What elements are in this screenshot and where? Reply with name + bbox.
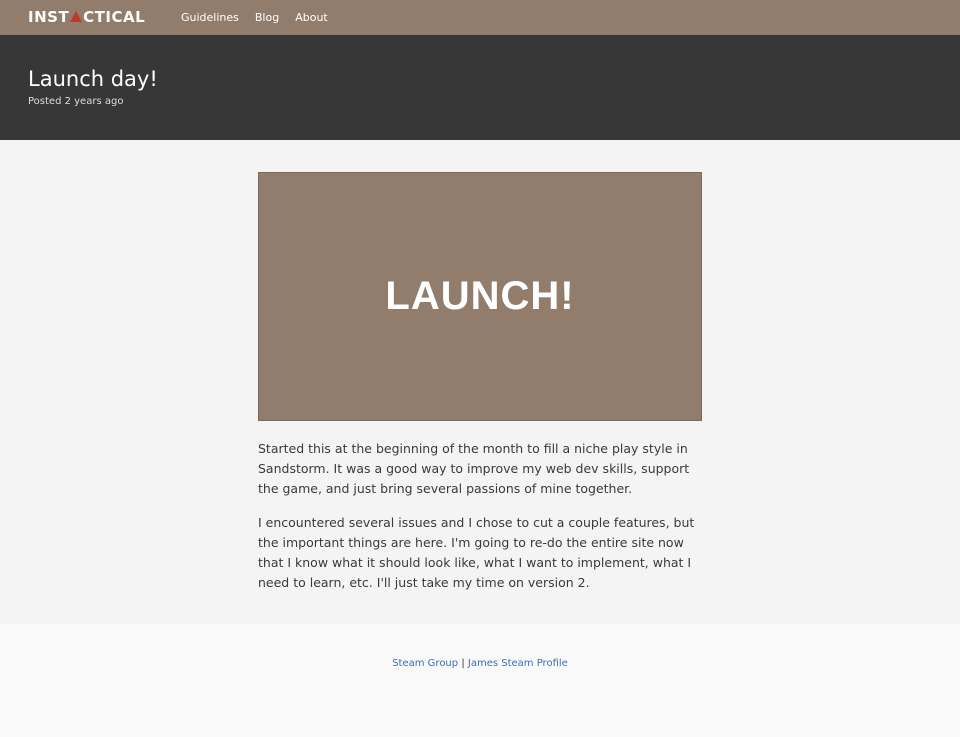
- logo-text-left: INST: [28, 8, 70, 26]
- footer-links: Steam Group | James Steam Profile: [0, 658, 960, 669]
- logo-a-mark-icon: [70, 10, 83, 22]
- nav-link-guidelines[interactable]: Guidelines: [181, 11, 239, 24]
- nav-link-blog[interactable]: Blog: [255, 11, 279, 24]
- post-header: Launch day! Posted 2 years ago: [0, 35, 960, 140]
- site-logo[interactable]: INST CTICAL: [28, 8, 145, 26]
- footer: Steam Group | James Steam Profile: [0, 624, 960, 737]
- hero-image-text: LAUNCH!: [385, 274, 575, 318]
- nav-link-about[interactable]: About: [295, 11, 328, 24]
- top-navbar: INST CTICAL Guidelines Blog About: [0, 0, 960, 35]
- footer-link-steam-group[interactable]: Steam Group: [392, 658, 458, 669]
- nav-links: Guidelines Blog About: [181, 0, 328, 35]
- article-paragraph: I encountered several issues and I chose…: [258, 515, 695, 590]
- hero-image: LAUNCH!: [258, 172, 702, 421]
- article-body: Started this at the beginning of the mon…: [258, 439, 702, 607]
- logo-text-right: CTICAL: [83, 8, 146, 26]
- article-paragraph: Started this at the beginning of the mon…: [258, 441, 690, 496]
- post-content: LAUNCH! Started this at the beginning of…: [0, 140, 960, 624]
- post-title: Launch day!: [28, 67, 158, 91]
- footer-separator: |: [461, 658, 465, 669]
- post-meta: Posted 2 years ago: [28, 96, 124, 107]
- footer-link-steam-profile[interactable]: James Steam Profile: [468, 658, 568, 669]
